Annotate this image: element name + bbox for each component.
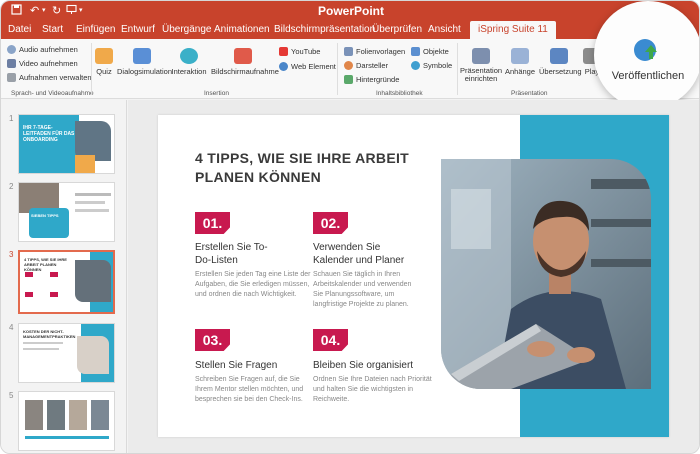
- tip-number-badge: 01.: [195, 212, 230, 234]
- thumb-photo: [69, 400, 87, 430]
- tab-einfuegen[interactable]: Einfügen: [76, 23, 115, 37]
- thumb-photo: [77, 336, 109, 374]
- tab-entwurf[interactable]: Entwurf: [121, 23, 155, 37]
- tip-text: Ordnen Sie Ihre Dateien nach Priorität u…: [313, 376, 432, 403]
- current-slide[interactable]: 4 TIPPS, WIE SIE IHRE ARBEIT PLANEN KÖNN…: [158, 115, 669, 437]
- backgrounds-button[interactable]: Hintergründe: [344, 75, 399, 85]
- group-label-presentation: Präsentation: [511, 90, 548, 97]
- slide-thumbnail-3-selected[interactable]: 4 TIPPS, WIE SIE IHRE ARBEIT PLANEN KÖNN…: [18, 250, 115, 314]
- thumb-number: 3: [9, 250, 14, 259]
- background-icon: [344, 75, 353, 84]
- group-divider: [91, 43, 92, 95]
- thumb-photo: [25, 400, 43, 430]
- thumb-title: KOSTEN DER NICHT-MANAGEMENTPRAKTIKEN: [23, 329, 76, 339]
- publish-label: Veröffentlichen: [611, 70, 685, 82]
- slide-thumbnail-2[interactable]: SIEBEN TIPPS: [18, 182, 115, 242]
- thumb-title: 4 TIPPS, WIE SIE IHRE ARBEIT PLANEN KÖNN…: [24, 257, 67, 272]
- tip-heading: Stellen Sie Fragen: [195, 360, 278, 371]
- tip-text: Erstellen Sie jeden Tag eine Liste der A…: [195, 271, 311, 298]
- manage-recordings-button[interactable]: Aufnahmen verwalten: [7, 73, 92, 83]
- slide-thumbnails-pane: 1 IHR 7-TAGE-LEITFADEN FÜR DAS ONBOARDIN…: [1, 100, 127, 453]
- templates-icon: [344, 47, 353, 56]
- tip-text: Schauen Sie täglich in Ihren Arbeitskale…: [313, 271, 412, 308]
- slide-thumbnail-5[interactable]: [18, 391, 115, 451]
- powerpoint-window: ↶ ▾ ↻ ▾ PowerPoint Datei Start Einfügen …: [0, 0, 700, 454]
- slide-thumbnail-4[interactable]: KOSTEN DER NICHT-MANAGEMENTPRAKTIKEN: [18, 323, 115, 383]
- thumb-number: 2: [9, 182, 14, 191]
- thumb-number: 4: [9, 323, 14, 332]
- group-label-insert: Insertion: [204, 90, 229, 97]
- screen-recording-button[interactable]: Bildschirmaufnahme: [211, 48, 279, 76]
- thumb-photo: [47, 400, 65, 430]
- tab-animationen[interactable]: Animationen: [214, 23, 270, 37]
- interaction-icon: [180, 48, 198, 64]
- camera-icon: [7, 59, 16, 68]
- man-with-laptop-photo: [441, 159, 651, 389]
- publish-button[interactable]: Veröffentlichen: [594, 1, 699, 109]
- window-title: PowerPoint: [317, 4, 384, 18]
- objects-icon: [411, 47, 420, 56]
- actor-icon: [344, 61, 353, 70]
- tab-ueberpruefen[interactable]: Überprüfen: [372, 23, 422, 37]
- tip-number-badge: 03.: [195, 329, 230, 351]
- thumb-photo: [91, 400, 109, 430]
- dialog-icon: [133, 48, 151, 64]
- youtube-button[interactable]: YouTube: [279, 47, 320, 57]
- thumb-title: IHR 7-TAGE-LEITFADEN FÜR DAS ONBOARDING: [23, 125, 75, 143]
- attachments-button[interactable]: Anhänge: [504, 48, 536, 76]
- setup-icon: [472, 48, 490, 64]
- tab-uebergaenge[interactable]: Übergänge: [162, 23, 211, 37]
- tab-ispring-suite[interactable]: iSpring Suite 11: [470, 21, 556, 39]
- slide-editor: 4 TIPPS, WIE SIE IHRE ARBEIT PLANEN KÖNN…: [128, 100, 699, 453]
- tip-heading: Verwenden Sie Kalender und Planer: [313, 242, 405, 266]
- tip-text: Schreiben Sie Fragen auf, die Sie Ihrem …: [195, 376, 304, 403]
- screen-record-icon: [234, 48, 252, 64]
- group-label-record: Sprach- und Videoaufnahme: [11, 90, 94, 97]
- group-label-library: Inhaltsbibliothek: [376, 90, 423, 97]
- tab-start[interactable]: Start: [42, 23, 63, 37]
- group-divider: [457, 43, 458, 95]
- actors-button[interactable]: Darsteller: [344, 61, 388, 71]
- translation-icon: [550, 48, 568, 64]
- ribbon-tabs: Datei Start Einfügen Entwurf Übergänge A…: [1, 21, 699, 39]
- slide-title: 4 TIPPS, WIE SIE IHRE ARBEIT PLANEN KÖNN…: [195, 150, 410, 185]
- tab-ansicht[interactable]: Ansicht: [428, 23, 461, 37]
- group-divider: [337, 43, 338, 95]
- interaction-button[interactable]: Interaktion: [171, 48, 207, 76]
- tab-bildschirmpraesentation[interactable]: Bildschirmpräsentation: [274, 23, 375, 37]
- microphone-icon: [7, 45, 16, 54]
- slide-thumbnail-1[interactable]: IHR 7-TAGE-LEITFADEN FÜR DAS ONBOARDING: [18, 114, 115, 174]
- thumb-photo: [75, 260, 111, 302]
- thumb-title: SIEBEN TIPPS: [31, 213, 59, 218]
- thumb-number: 5: [9, 391, 14, 400]
- translation-button[interactable]: Übersetzung: [539, 48, 582, 76]
- thumb-number: 1: [9, 114, 14, 123]
- objects-button[interactable]: Objekte: [411, 47, 449, 57]
- tip-number-badge: 04.: [313, 329, 348, 351]
- quiz-button[interactable]: Quiz: [94, 48, 114, 76]
- symbols-icon: [411, 61, 420, 70]
- tip-heading: Bleiben Sie organisiert: [313, 360, 414, 371]
- web-icon: [279, 62, 288, 71]
- video-record-button[interactable]: Video aufnehmen: [7, 59, 78, 69]
- quiz-icon: [95, 48, 113, 64]
- dialog-simulation-button[interactable]: Dialogsimulation: [117, 48, 172, 76]
- tip-number-badge: 02.: [313, 212, 348, 234]
- attachment-icon: [511, 48, 529, 64]
- publish-globe-icon: [634, 39, 657, 61]
- web-element-button[interactable]: Web Element: [279, 62, 336, 72]
- slide-templates-button[interactable]: Folienvorlagen: [344, 47, 405, 57]
- youtube-icon: [279, 47, 288, 56]
- presentation-setup-button[interactable]: Präsentation einrichten: [459, 48, 503, 83]
- tab-datei[interactable]: Datei: [8, 23, 31, 37]
- audio-record-button[interactable]: Audio aufnehmen: [7, 45, 78, 55]
- recordings-icon: [7, 73, 16, 82]
- title-bar: ↶ ▾ ↻ ▾ PowerPoint: [1, 1, 699, 21]
- tip-heading: Erstellen Sie To-Do-Listen: [195, 242, 268, 266]
- symbols-button[interactable]: Symbole: [411, 61, 452, 71]
